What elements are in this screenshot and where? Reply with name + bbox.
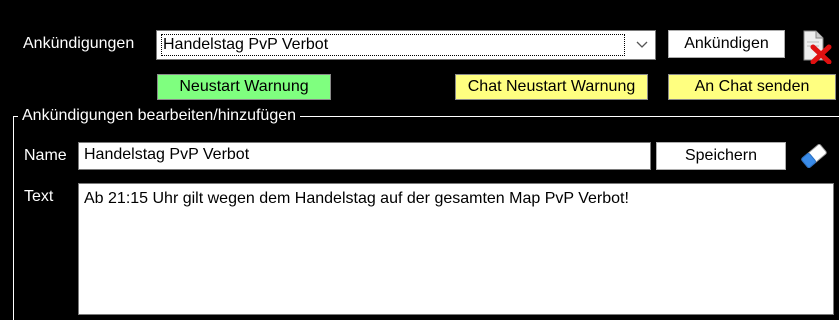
name-field[interactable]: Handelstag PvP Verbot xyxy=(78,142,651,170)
name-label: Name xyxy=(24,147,67,164)
group-legend: Ankündigungen bearbeiten/hinzufügen xyxy=(18,106,301,126)
announcement-select[interactable]: Handelstag PvP Verbot xyxy=(156,30,656,60)
text-label: Text xyxy=(24,188,54,205)
save-button[interactable]: Speichern xyxy=(656,142,786,170)
chevron-down-icon[interactable] xyxy=(629,31,655,59)
announce-button[interactable]: Ankündigen xyxy=(668,30,785,58)
chat-restart-warning-button[interactable]: Chat Neustart Warnung xyxy=(455,74,648,100)
announcement-select-value: Handelstag PvP Verbot xyxy=(161,34,625,56)
group-border-left xyxy=(13,116,14,320)
announcements-label: Ankündigungen xyxy=(23,35,135,52)
delete-announcement-icon[interactable] xyxy=(796,28,832,65)
eraser-icon[interactable] xyxy=(796,138,832,174)
restart-warning-button[interactable]: Neustart Warnung xyxy=(157,74,331,100)
text-field[interactable]: Ab 21:15 Uhr gilt wegen dem Handelstag a… xyxy=(78,183,834,315)
send-to-chat-button[interactable]: An Chat senden xyxy=(668,74,836,100)
